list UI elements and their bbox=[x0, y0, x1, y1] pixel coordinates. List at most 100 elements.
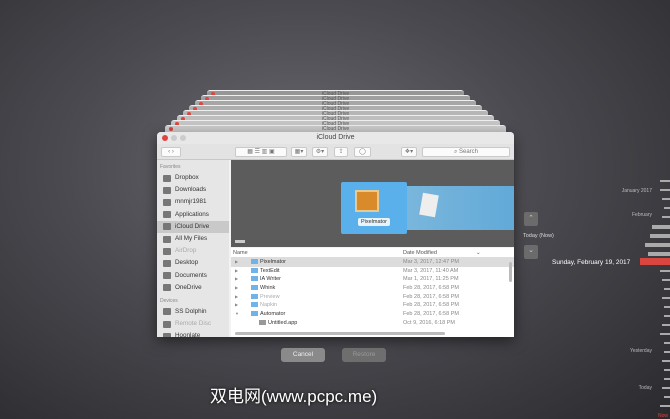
timeline-tick[interactable] bbox=[662, 387, 670, 389]
tag-icon[interactable]: ◯ bbox=[354, 147, 371, 157]
zoom-button[interactable] bbox=[180, 135, 186, 141]
sidebar-item-label: Remote Disc bbox=[175, 320, 212, 328]
timeline-tick[interactable] bbox=[662, 324, 670, 326]
sidebar-item[interactable]: mnmjr1981 bbox=[157, 196, 229, 208]
timeline-tick[interactable] bbox=[662, 360, 670, 362]
column-date-modified[interactable]: Date Modified bbox=[403, 248, 437, 258]
sidebar-item[interactable]: Documents bbox=[157, 270, 229, 282]
table-row[interactable]: ▶ TextEdit Mar 3, 2017, 11:40 AM bbox=[231, 267, 514, 276]
file-name: Preview bbox=[260, 293, 280, 300]
table-row[interactable]: ▼ Automator Feb 28, 2017, 6:58 PM bbox=[231, 310, 514, 319]
horizontal-scrollbar[interactable] bbox=[235, 332, 445, 335]
timeline-tick[interactable] bbox=[662, 297, 670, 299]
disclosure-triangle-icon[interactable]: ▶ bbox=[235, 267, 238, 276]
sidebar-item[interactable]: iCloud Drive bbox=[157, 220, 229, 233]
timeline-tick[interactable] bbox=[645, 243, 670, 247]
arrange-button[interactable]: ▦▾ bbox=[291, 147, 307, 157]
timeline-tick[interactable] bbox=[648, 252, 670, 256]
timeline-tick[interactable] bbox=[662, 279, 670, 281]
date-modified: Feb 28, 2017, 6:58 PM bbox=[403, 285, 459, 292]
timeline-tick[interactable] bbox=[660, 180, 670, 182]
timeline-tick[interactable] bbox=[660, 189, 670, 191]
timeline-tick[interactable] bbox=[664, 288, 670, 290]
table-row[interactable]: ▶ Pixelmator Mar 3, 2017, 12:47 PM bbox=[231, 258, 514, 267]
disclosure-triangle-icon[interactable]: ▶ bbox=[235, 258, 238, 267]
sidebar-item-label: mnmjr1981 bbox=[175, 198, 207, 206]
minimize-button[interactable] bbox=[171, 135, 177, 141]
current-backup-date: Sunday, February 19, 2017 bbox=[552, 259, 631, 266]
table-row[interactable]: ▶ Preview Feb 28, 2017, 6:58 PM bbox=[231, 293, 514, 302]
sidebar-item-label: SS Dolphin bbox=[175, 307, 207, 315]
sidebar-item[interactable]: All My Files bbox=[157, 233, 229, 245]
sidebar-item[interactable]: OneDrive bbox=[157, 282, 229, 294]
pixelmator-app-icon bbox=[355, 190, 379, 212]
file-name: Napkin bbox=[260, 302, 278, 309]
cancel-button[interactable]: Cancel bbox=[281, 348, 325, 362]
timeline-tick[interactable] bbox=[652, 225, 670, 229]
sidebar-item-icon bbox=[163, 247, 171, 255]
sidebar-item-icon bbox=[163, 186, 171, 194]
sidebar-item[interactable]: Downloads bbox=[157, 184, 229, 196]
close-button[interactable] bbox=[162, 135, 168, 141]
disclosure-triangle-icon[interactable]: ▶ bbox=[235, 301, 238, 310]
column-name[interactable]: Name bbox=[233, 248, 248, 258]
sort-chevron-icon[interactable]: ⌄ bbox=[476, 248, 481, 258]
sidebar-item[interactable]: AirDrop bbox=[157, 245, 229, 257]
timeline-tick[interactable] bbox=[664, 378, 670, 380]
timeline-tick[interactable] bbox=[660, 405, 670, 407]
sidebar-device-item[interactable]: SS Dolphin bbox=[157, 306, 229, 318]
disclosure-triangle-icon[interactable]: ▶ bbox=[235, 284, 238, 293]
search-input[interactable]: ⌕ Search bbox=[422, 147, 510, 157]
dropbox-icon[interactable]: ❖▾ bbox=[401, 147, 417, 157]
sidebar-device-item[interactable]: Hoonlate bbox=[157, 330, 229, 337]
restore-button[interactable]: Restore bbox=[342, 348, 386, 362]
sidebar-item-icon bbox=[163, 223, 171, 231]
sidebar-item[interactable]: Desktop bbox=[157, 257, 229, 269]
preview-scrollbar[interactable] bbox=[235, 240, 245, 243]
folder-icon bbox=[251, 302, 258, 308]
date-modified: Mar 3, 2017, 12:47 PM bbox=[403, 259, 459, 265]
date-modified: Oct 9, 2016, 6:18 PM bbox=[403, 319, 455, 326]
timeline-tick[interactable] bbox=[664, 315, 670, 317]
timeline-label[interactable]: January 2017 bbox=[622, 188, 652, 194]
disclosure-triangle-icon[interactable]: ▶ bbox=[235, 275, 238, 284]
sidebar-item[interactable]: Dropbox bbox=[157, 172, 229, 184]
back-forward-button[interactable]: ‹ › bbox=[161, 147, 181, 157]
timeline-tick[interactable] bbox=[660, 333, 670, 335]
folder-icon bbox=[251, 267, 258, 273]
timeline-label[interactable]: Today bbox=[639, 385, 652, 391]
timeline-label[interactable]: February bbox=[632, 212, 652, 218]
timeline-tick[interactable] bbox=[664, 306, 670, 308]
timeline-tick[interactable] bbox=[664, 351, 670, 353]
share-icon[interactable]: ⇪ bbox=[334, 147, 348, 157]
timeline-selected-marker[interactable] bbox=[640, 258, 670, 265]
list-scrollbar[interactable] bbox=[509, 262, 512, 282]
device-icon bbox=[163, 308, 171, 316]
sidebar-item[interactable]: Applications bbox=[157, 209, 229, 221]
back-in-time-arrow-icon[interactable]: ⌃ bbox=[524, 212, 538, 226]
timeline-tick[interactable] bbox=[660, 270, 670, 272]
table-row[interactable]: ▶ IA Writer Mar 1, 2017, 11:25 PM bbox=[231, 275, 514, 284]
disclosure-triangle-icon[interactable]: ▼ bbox=[235, 310, 239, 319]
table-row[interactable]: ▶ Napkin Feb 28, 2017, 6:58 PM bbox=[231, 301, 514, 310]
folder-icon bbox=[251, 311, 258, 317]
table-row[interactable]: Untitled.app Oct 9, 2016, 6:18 PM bbox=[231, 319, 514, 328]
timeline-label[interactable]: Yesterday bbox=[630, 348, 652, 354]
timeline-tick[interactable] bbox=[664, 369, 670, 371]
folder-stack bbox=[407, 186, 514, 230]
timeline-label[interactable]: Now bbox=[658, 413, 668, 419]
timeline-tick[interactable] bbox=[650, 234, 670, 238]
timeline-tick[interactable] bbox=[662, 198, 670, 200]
forward-in-time-arrow-icon[interactable]: ⌄ bbox=[524, 245, 538, 259]
file-name: Untitled.app bbox=[268, 319, 298, 326]
gear-icon[interactable]: ⚙▾ bbox=[312, 147, 328, 157]
disclosure-triangle-icon[interactable]: ▶ bbox=[235, 293, 238, 302]
table-row[interactable]: ▶ Whink Feb 28, 2017, 6:58 PM bbox=[231, 284, 514, 293]
timeline-tick[interactable] bbox=[664, 342, 670, 344]
view-mode-buttons[interactable]: ▦ ☰ ▥ ▣ bbox=[235, 147, 287, 157]
timeline-tick[interactable] bbox=[664, 207, 670, 209]
sidebar-item-label: Applications bbox=[175, 210, 209, 218]
timeline-tick[interactable] bbox=[662, 216, 670, 218]
timeline-tick[interactable] bbox=[664, 396, 670, 398]
sidebar-device-item[interactable]: Remote Disc bbox=[157, 318, 229, 330]
